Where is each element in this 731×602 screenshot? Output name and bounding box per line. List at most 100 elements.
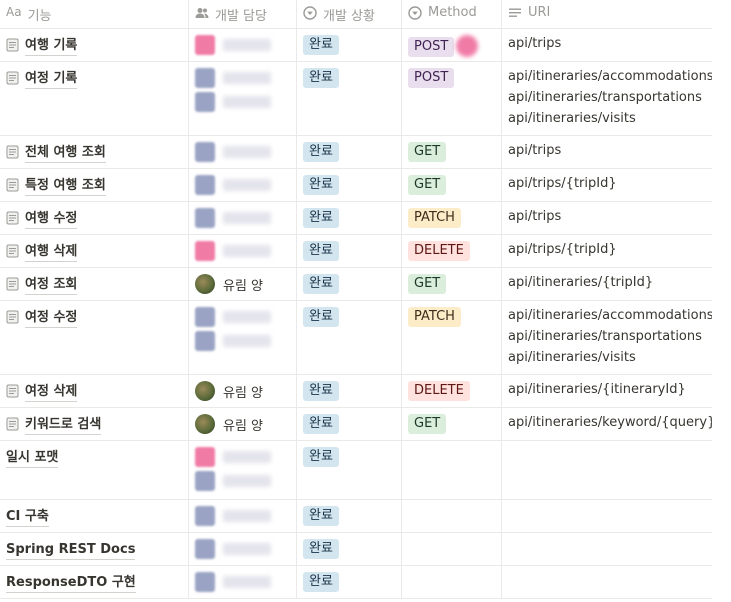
uri-cell[interactable]	[502, 566, 712, 598]
table-row[interactable]: 여행 수정 완료 PATCH api/trips	[0, 202, 712, 235]
status-cell[interactable]: 완료	[297, 29, 402, 61]
table-row[interactable]: CI 구축 완료	[0, 500, 712, 533]
row-title-label[interactable]: 전체 여행 조회	[25, 144, 106, 163]
title-cell[interactable]: 여정 삭제	[0, 375, 189, 407]
title-cell[interactable]: 여정 기록	[0, 62, 189, 135]
header-2[interactable]: 개발 담당	[189, 0, 297, 28]
title-cell[interactable]: 여행 수정	[0, 202, 189, 234]
status-cell[interactable]: 완료	[297, 375, 402, 407]
method-cell[interactable]: GET	[402, 136, 502, 168]
uri-cell[interactable]: api/trips/{tripId}	[502, 235, 712, 267]
assignee-cell[interactable]	[189, 169, 297, 201]
row-title-label[interactable]: 여정 조회	[25, 276, 78, 295]
status-cell[interactable]: 완료	[297, 301, 402, 374]
status-cell[interactable]: 완료	[297, 169, 402, 201]
table-row[interactable]: 여정 기록 완료 POST api/itineraries/accommodation…	[0, 62, 712, 136]
method-cell[interactable]: GET	[402, 268, 502, 300]
header-3[interactable]: 개발 상황	[297, 0, 402, 28]
row-title-label[interactable]: Spring REST Docs	[6, 541, 136, 560]
title-cell[interactable]: Spring REST Docs	[0, 533, 189, 565]
row-title-label[interactable]: 여행 삭제	[25, 243, 78, 262]
uri-cell[interactable]: api/itineraries/keyword/{query}	[502, 408, 712, 440]
assignee-cell[interactable]	[189, 136, 297, 168]
method-cell[interactable]: PATCH	[402, 202, 502, 234]
assignee-cell[interactable]	[189, 62, 297, 135]
table-row[interactable]: 여정 조회 유림 양 완료 GET api/itineraries/{tripId}	[0, 268, 712, 301]
status-cell[interactable]: 완료	[297, 441, 402, 499]
uri-cell[interactable]: api/itineraries/accommodations api/itiner…	[502, 62, 712, 135]
title-cell[interactable]: 일시 포맷	[0, 441, 189, 499]
method-cell[interactable]	[402, 500, 502, 532]
uri-cell[interactable]: api/itineraries/accommodations api/itiner…	[502, 301, 712, 374]
status-cell[interactable]: 완료	[297, 202, 402, 234]
method-cell[interactable]: GET	[402, 169, 502, 201]
table-row[interactable]: 전체 여행 조회 완료 GET api/trips	[0, 136, 712, 169]
status-cell[interactable]: 완료	[297, 235, 402, 267]
title-cell[interactable]: 전체 여행 조회	[0, 136, 189, 168]
uri-cell[interactable]: api/itineraries/{tripId}	[502, 268, 712, 300]
method-cell[interactable]: POST	[402, 62, 502, 135]
table-row[interactable]: 여행 기록 완료 POST api/trips	[0, 29, 712, 62]
uri-cell[interactable]: api/trips	[502, 29, 712, 61]
status-cell[interactable]: 완료	[297, 136, 402, 168]
row-title-label[interactable]: 여정 수정	[25, 309, 78, 328]
assignee-cell[interactable]: 유림 양	[189, 375, 297, 407]
assignee-cell[interactable]	[189, 301, 297, 374]
assignee-cell[interactable]	[189, 441, 297, 499]
method-cell[interactable]: GET	[402, 408, 502, 440]
row-title-label[interactable]: ResponseDTO 구현	[6, 574, 136, 593]
uri-cell[interactable]: api/trips	[502, 136, 712, 168]
title-cell[interactable]: 여정 수정	[0, 301, 189, 374]
title-cell[interactable]: CI 구축	[0, 500, 189, 532]
status-cell[interactable]: 완료	[297, 566, 402, 598]
uri-cell[interactable]	[502, 533, 712, 565]
row-title-label[interactable]: 특정 여행 조회	[25, 177, 106, 196]
uri-cell[interactable]: api/trips/{tripId}	[502, 169, 712, 201]
header-5[interactable]: URI	[502, 0, 712, 28]
status-cell[interactable]: 완료	[297, 62, 402, 135]
title-cell[interactable]: 여정 조회	[0, 268, 189, 300]
table-row[interactable]: 여정 삭제 유림 양 완료 DELETE api/itineraries/{itiner…	[0, 375, 712, 408]
row-title-label[interactable]: CI 구축	[6, 508, 49, 527]
title-cell[interactable]: 키워드로 검색	[0, 408, 189, 440]
table-row[interactable]: 일시 포맷 완료	[0, 441, 712, 500]
table-row[interactable]: 키워드로 검색 유림 양 완료 GET api/itineraries/keyword/…	[0, 408, 712, 441]
uri-cell[interactable]: api/trips	[502, 202, 712, 234]
status-cell[interactable]: 완료	[297, 533, 402, 565]
row-title-label[interactable]: 키워드로 검색	[25, 416, 102, 435]
method-cell[interactable]: POST	[402, 29, 502, 61]
status-cell[interactable]: 완료	[297, 408, 402, 440]
status-cell[interactable]: 완료	[297, 268, 402, 300]
method-cell[interactable]	[402, 441, 502, 499]
table-row[interactable]: ResponseDTO 구현 완료	[0, 566, 712, 599]
row-title-label[interactable]: 일시 포맷	[6, 449, 59, 468]
table-row[interactable]: Spring REST Docs 완료	[0, 533, 712, 566]
title-cell[interactable]: ResponseDTO 구현	[0, 566, 189, 598]
assignee-cell[interactable]	[189, 235, 297, 267]
uri-cell[interactable]: api/itineraries/{itineraryId}	[502, 375, 712, 407]
assignee-cell[interactable]	[189, 500, 297, 532]
status-cell[interactable]: 완료	[297, 500, 402, 532]
method-cell[interactable]: DELETE	[402, 375, 502, 407]
row-title-label[interactable]: 여행 기록	[25, 37, 78, 56]
assignee-cell[interactable]	[189, 533, 297, 565]
row-title-label[interactable]: 여정 기록	[25, 70, 78, 89]
header-4[interactable]: Method	[402, 0, 502, 28]
assignee-cell[interactable]	[189, 29, 297, 61]
row-title-label[interactable]: 여행 수정	[25, 210, 78, 229]
title-cell[interactable]: 여행 기록	[0, 29, 189, 61]
assignee-cell[interactable]: 유림 양	[189, 408, 297, 440]
uri-cell[interactable]	[502, 500, 712, 532]
assignee-cell[interactable]	[189, 566, 297, 598]
method-cell[interactable]	[402, 533, 502, 565]
method-cell[interactable]	[402, 566, 502, 598]
method-cell[interactable]: DELETE	[402, 235, 502, 267]
uri-cell[interactable]	[502, 441, 712, 499]
method-cell[interactable]: PATCH	[402, 301, 502, 374]
table-row[interactable]: 여행 삭제 완료 DELETE api/trips/{tripId}	[0, 235, 712, 268]
row-title-label[interactable]: 여정 삭제	[25, 383, 78, 402]
assignee-cell[interactable]: 유림 양	[189, 268, 297, 300]
table-row[interactable]: 여정 수정 완료 PATCH api/itineraries/accommodatio…	[0, 301, 712, 375]
title-cell[interactable]: 여행 삭제	[0, 235, 189, 267]
title-cell[interactable]: 특정 여행 조회	[0, 169, 189, 201]
